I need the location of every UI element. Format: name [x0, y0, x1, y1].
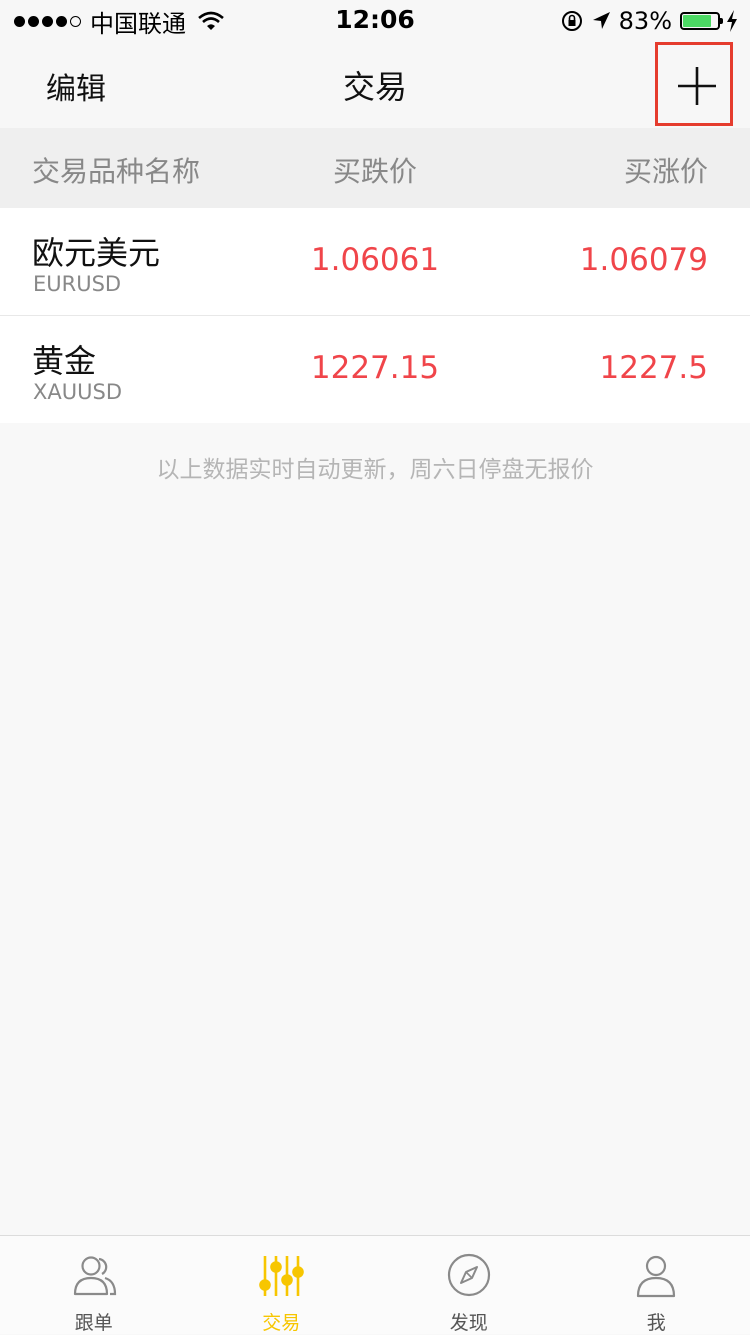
instrument-list: 欧元美元 EURUSD 1.06061 1.06079 黄金 XAUUSD 12… [0, 208, 750, 423]
header-ask: 买涨价 [624, 150, 708, 190]
add-button[interactable] [655, 42, 733, 126]
location-arrow-icon [591, 11, 611, 31]
tab-bar: 跟单 交易 发现 我 [0, 1235, 750, 1334]
users-icon [69, 1250, 119, 1300]
charging-bolt-icon [726, 10, 738, 32]
person-icon [631, 1250, 681, 1300]
tab-discover[interactable]: 发现 [375, 1236, 563, 1334]
header-bid: 买跌价 [333, 150, 417, 190]
instrument-code: XAUUSD [33, 380, 122, 404]
compass-icon [444, 1250, 494, 1300]
list-header: 交易品种名称 买跌价 买涨价 [0, 128, 750, 208]
sliders-icon [256, 1250, 306, 1300]
page-title: 交易 [0, 62, 750, 108]
nav-bar: 编辑 交易 [0, 40, 750, 128]
bid-price[interactable]: 1.06061 [272, 242, 478, 278]
ask-price[interactable]: 1.06079 [580, 242, 708, 278]
tab-label: 跟单 [0, 1308, 188, 1335]
header-name: 交易品种名称 [32, 150, 200, 190]
instrument-code: EURUSD [33, 272, 121, 296]
tab-follow[interactable]: 跟单 [0, 1236, 188, 1334]
update-notice: 以上数据实时自动更新，周六日停盘无报价 [0, 450, 750, 484]
instrument-row[interactable]: 欧元美元 EURUSD 1.06061 1.06079 [0, 208, 750, 315]
tab-label: 我 [563, 1308, 750, 1335]
battery-fill [683, 15, 711, 27]
status-right: 83% [561, 6, 738, 36]
ask-price[interactable]: 1227.5 [600, 350, 708, 386]
instrument-name: 黄金 [32, 336, 96, 382]
instrument-name: 欧元美元 [32, 228, 160, 274]
plus-icon [677, 66, 717, 106]
battery-icon [680, 12, 720, 30]
orientation-lock-icon [561, 10, 583, 32]
bid-price[interactable]: 1227.15 [272, 350, 478, 386]
instrument-row[interactable]: 黄金 XAUUSD 1227.15 1227.5 [0, 315, 750, 423]
tab-me[interactable]: 我 [563, 1236, 750, 1334]
tab-label: 交易 [188, 1308, 376, 1335]
tab-trade[interactable]: 交易 [188, 1236, 376, 1334]
battery-percent: 83% [619, 7, 672, 35]
battery-tip [720, 18, 723, 24]
status-bar: 中国联通 12:06 83% [0, 0, 750, 40]
tab-label: 发现 [375, 1308, 563, 1335]
